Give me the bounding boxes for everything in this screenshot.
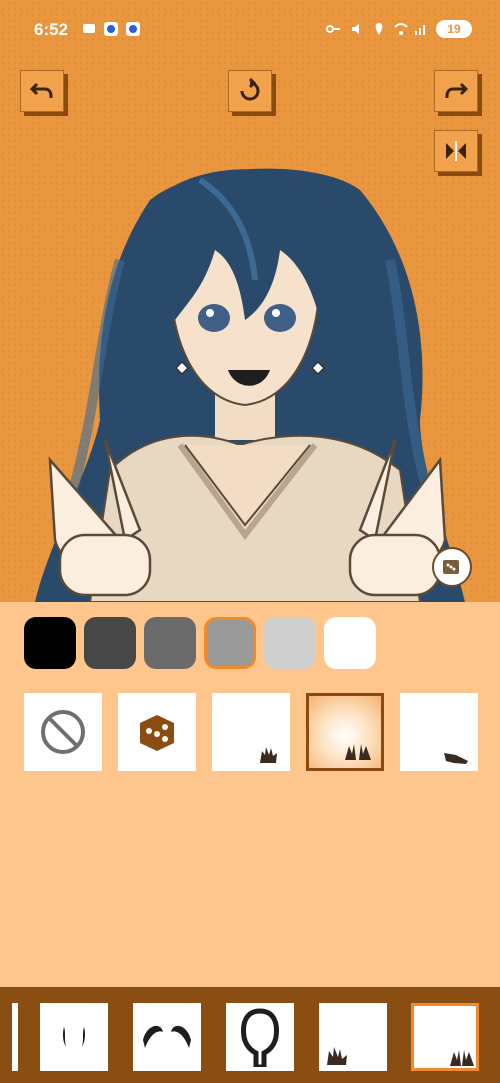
app-icon: [126, 22, 140, 36]
color-swatch-white[interactable]: [324, 617, 376, 669]
signal-icon: [415, 25, 425, 35]
category-hood[interactable]: [226, 1003, 294, 1071]
category-scroll-edge: [12, 1003, 18, 1071]
none-icon: [41, 710, 85, 754]
category-eyebrows-thin[interactable]: [40, 1003, 108, 1071]
redo-icon: [445, 82, 469, 98]
color-swatch-row: [24, 617, 376, 669]
wave-hand-icon: [327, 1047, 347, 1065]
clock-time: 6:52: [34, 20, 69, 39]
location-icon: [375, 23, 383, 35]
color-swatch-medium-gray[interactable]: [204, 617, 256, 669]
eyebrows-thick-icon: [143, 1025, 191, 1048]
eyebrows-thin-icon: [62, 1027, 86, 1047]
mute-icon: [352, 24, 359, 34]
undo-button[interactable]: [20, 70, 64, 112]
option-wave-hand[interactable]: [212, 693, 290, 771]
message-icon: [83, 24, 95, 33]
hood-outline-icon: [241, 1008, 279, 1067]
wave-hand-icon: [260, 747, 277, 763]
category-peace-hands[interactable]: [411, 1003, 479, 1071]
option-pointing-hand[interactable]: [400, 693, 478, 771]
randomize-button[interactable]: [432, 547, 472, 587]
option-none[interactable]: [24, 693, 102, 771]
key-icon: [326, 25, 340, 33]
undo-icon: [29, 82, 53, 98]
color-swatch-black[interactable]: [24, 617, 76, 669]
reset-icon: [240, 78, 260, 101]
peace-hands-icon: [450, 1050, 474, 1066]
mirror-icon: [446, 141, 466, 161]
color-swatch-gray[interactable]: [144, 617, 196, 669]
pose-option-row: [24, 693, 478, 771]
app-icon: [104, 22, 118, 36]
color-swatch-light-gray[interactable]: [264, 617, 316, 669]
random-dice-icon: [443, 560, 459, 574]
redo-button[interactable]: [434, 70, 478, 112]
peace-hands-icon: [345, 744, 371, 760]
color-swatch-dark-gray[interactable]: [84, 617, 136, 669]
category-eyebrows-thick[interactable]: [133, 1003, 201, 1071]
category-wave-hand[interactable]: [319, 1003, 387, 1071]
option-peace-hands[interactable]: [306, 693, 384, 771]
reset-button[interactable]: [228, 70, 272, 112]
category-bar: [0, 987, 500, 1083]
pointing-hand-icon: [444, 753, 468, 764]
character-canvas: 6:52 19: [0, 0, 500, 602]
random-dice-icon: [140, 715, 174, 751]
option-random[interactable]: [118, 693, 196, 771]
wifi-icon: [394, 23, 408, 35]
battery-indicator: 19: [436, 20, 472, 38]
status-bar: 6:52 19: [0, 0, 500, 58]
mirror-button[interactable]: [434, 130, 478, 172]
